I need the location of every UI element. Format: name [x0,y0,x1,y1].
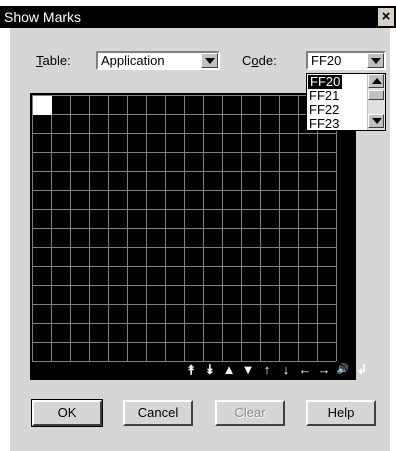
code-option-selected[interactable]: FF20 [308,75,343,89]
table-combobox[interactable]: Application [96,51,220,70]
triangle-down-icon[interactable]: ▼ [240,362,256,378]
chevron-down-icon [372,118,382,124]
help-button[interactable]: Help [306,400,376,426]
table-dropdown-button[interactable] [201,53,218,68]
return-arrow-icon[interactable]: ↲ [354,362,370,378]
title-bar[interactable]: Show Marks [0,6,396,28]
clear-button[interactable]: Clear [215,400,285,426]
arrow-right-icon[interactable]: → [316,362,332,378]
selected-mark-cell[interactable] [33,96,52,115]
arrow-up-icon[interactable]: ↑ [259,362,275,378]
code-dropdown-button[interactable] [367,53,384,68]
cancel-button[interactable]: Cancel [123,400,193,426]
triangle-up-icon[interactable]: ▲ [221,362,237,378]
scroll-thumb[interactable] [368,90,384,100]
scroll-down-button[interactable] [368,114,384,128]
marks-grid-lines [32,95,337,362]
marks-grid[interactable]: ⯭ ⯯ ▲ ▼ ↑ ↓ ← → 🔊 ↲ [30,93,367,380]
show-marks-dialog: Show Marks × Table: Application Code: FF… [0,0,396,451]
code-label-mnemonic: o [251,53,259,68]
table-combobox-value: Application [101,53,165,68]
table-label-rest: able: [42,53,71,68]
code-combobox[interactable]: FF20 [306,51,386,70]
code-option[interactable]: FF23 [309,117,339,131]
code-combobox-value: FF20 [311,53,342,68]
speaker-icon[interactable]: 🔊 [335,362,351,378]
double-down-arrow-icon[interactable]: ⯯ [202,362,218,378]
arrow-left-icon[interactable]: ← [297,362,313,378]
code-label: Code: [242,53,277,69]
scroll-up-button[interactable] [368,74,384,88]
chevron-down-icon [205,58,215,64]
code-list-scrollbar[interactable] [367,74,385,130]
double-up-arrow-icon[interactable]: ⯭ [183,362,199,378]
table-label: Table: [36,53,71,69]
close-icon[interactable]: × [378,8,394,26]
chevron-down-icon [371,58,381,64]
code-option[interactable]: FF22 [309,103,339,117]
code-label-rest: de: [258,53,277,68]
arrow-down-icon[interactable]: ↓ [278,362,294,378]
code-dropdown-list[interactable]: FF20 FF21 FF22 FF23 [306,73,386,131]
ok-button[interactable]: OK [31,399,103,427]
code-label-start: C [242,53,252,68]
window-title: Show Marks [4,9,82,25]
chevron-up-icon [372,78,382,84]
code-option[interactable]: FF21 [309,89,339,103]
